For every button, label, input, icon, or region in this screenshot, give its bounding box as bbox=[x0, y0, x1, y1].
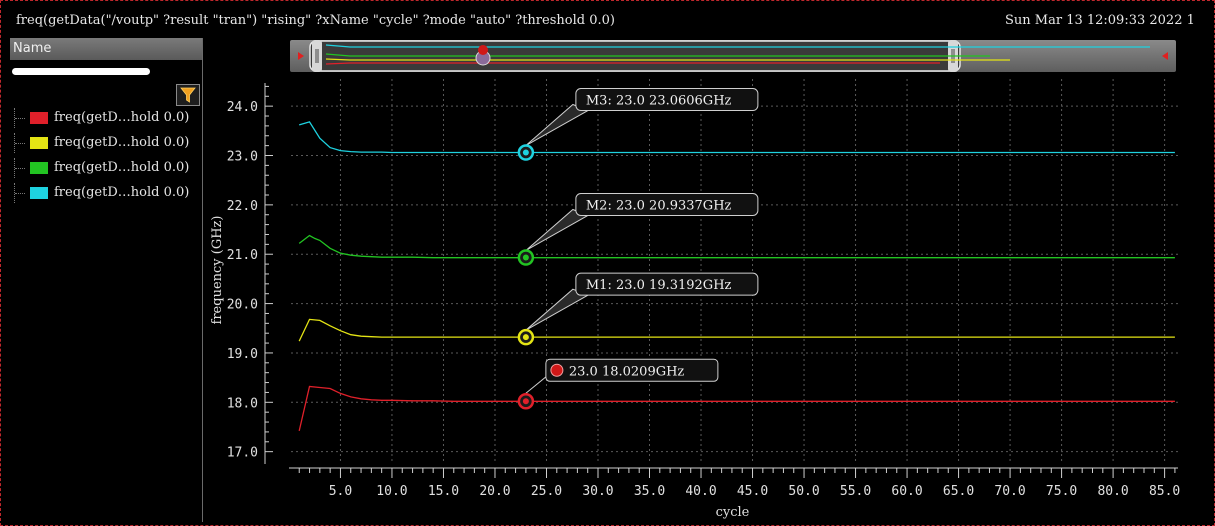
marker-m3: M3: 23.0 23.0606GHz bbox=[517, 88, 759, 161]
marker-a-badge-icon bbox=[550, 363, 564, 377]
frequency-plot[interactable]: 5.0 10.0 15.0 20.0 25.0 30.0 35.0 40.0 45.0 50.0 5… bbox=[0, 0, 1215, 526]
x-tick-label: 45.0 bbox=[737, 484, 768, 499]
y-tick-label: 19.0 bbox=[227, 347, 258, 362]
x-tick-label: 5.0 bbox=[329, 484, 352, 499]
x-tick-label: 40.0 bbox=[685, 484, 716, 499]
x-tick-label: 15.0 bbox=[428, 484, 459, 499]
y-tick-label: 20.0 bbox=[227, 298, 258, 313]
series-line-3 bbox=[299, 121, 1175, 154]
x-tick-label: 75.0 bbox=[1046, 484, 1077, 499]
marker-label-text: M1: 23.0 19.3192GHz bbox=[586, 278, 732, 293]
marker-label-text: M2: 23.0 20.9337GHz bbox=[586, 198, 732, 213]
x-tick-label: 25.0 bbox=[531, 484, 562, 499]
series-line-1 bbox=[298, 318, 1175, 342]
x-tick-label: 85.0 bbox=[1149, 484, 1180, 499]
x-tick-label: 50.0 bbox=[788, 484, 819, 499]
y-tick-label: 17.0 bbox=[227, 446, 258, 461]
x-tick-label: 10.0 bbox=[376, 484, 407, 499]
y-tick-label: 21.0 bbox=[227, 248, 258, 263]
marker-leader-line bbox=[525, 374, 549, 394]
x-tick-label: 35.0 bbox=[634, 484, 665, 499]
y-axis-label: frequency (GHz) bbox=[210, 216, 225, 325]
y-tick-label: 18.0 bbox=[227, 396, 258, 411]
x-tick-label: 30.0 bbox=[582, 484, 613, 499]
x-tick-label: 80.0 bbox=[1097, 484, 1128, 499]
marker-point-center bbox=[522, 398, 529, 405]
marker-leader-line bbox=[525, 103, 590, 146]
marker-point-center bbox=[522, 254, 529, 261]
marker-label-text: 23.0 18.0209GHz bbox=[569, 364, 685, 379]
marker-m1: M1: 23.0 19.3192GHz bbox=[517, 272, 759, 346]
marker-leader-line bbox=[525, 208, 590, 251]
marker-point-center bbox=[522, 149, 529, 156]
marker-point-center bbox=[522, 334, 529, 341]
x-tick-label: 60.0 bbox=[891, 484, 922, 499]
y-tick-label: 22.0 bbox=[227, 199, 258, 214]
x-tick-label: 65.0 bbox=[943, 484, 974, 499]
x-axis-label: cycle bbox=[716, 505, 750, 520]
y-tick-label: 24.0 bbox=[227, 100, 258, 115]
marker-leader-line bbox=[525, 288, 590, 331]
x-tick-label: 55.0 bbox=[840, 484, 871, 499]
x-tick-label: 70.0 bbox=[994, 484, 1025, 499]
series-line-0 bbox=[298, 385, 1175, 432]
y-tick-label: 23.0 bbox=[227, 150, 258, 165]
x-tick-label: 20.0 bbox=[479, 484, 510, 499]
marker-label-text: M3: 23.0 23.0606GHz bbox=[586, 94, 732, 109]
